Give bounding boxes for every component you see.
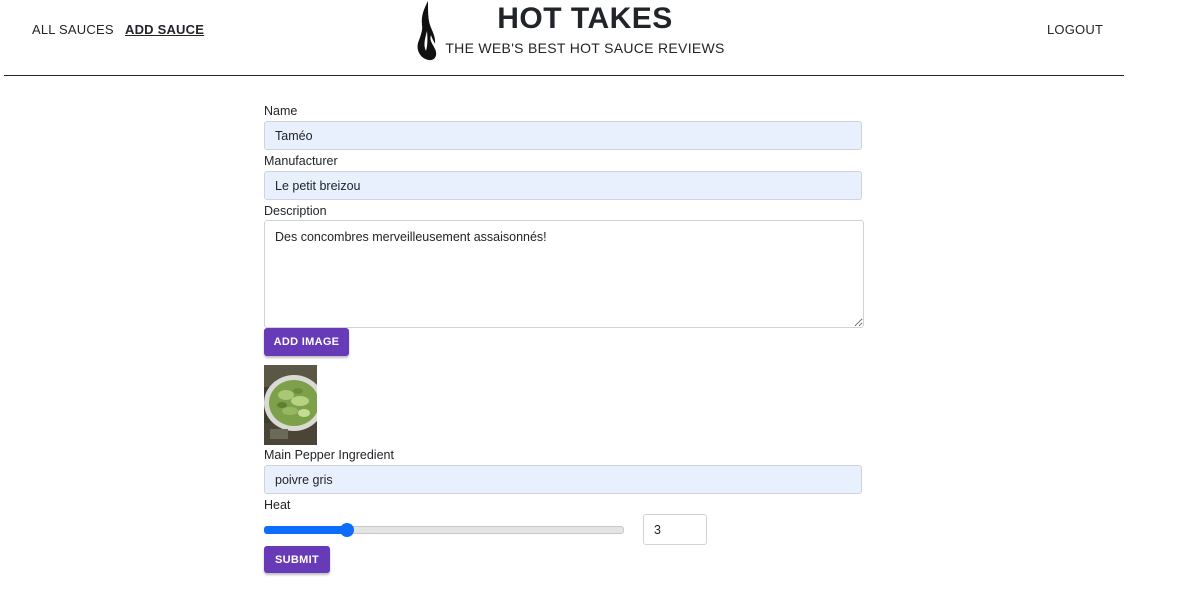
site-header: ALL SAUCES ADD SAUCE HOT TAKES THE WEB'S… xyxy=(4,0,1124,76)
submit-button[interactable]: SUBMIT xyxy=(264,546,330,573)
pepper-label: Main Pepper Ingredient xyxy=(264,448,394,462)
brand-tagline: THE WEB'S BEST HOT SAUCE REVIEWS xyxy=(445,40,725,56)
nav-logout[interactable]: LOGOUT xyxy=(1047,22,1103,37)
manufacturer-field[interactable] xyxy=(264,171,862,200)
nav-all-sauces[interactable]: ALL SAUCES xyxy=(32,22,114,37)
manufacturer-label: Manufacturer xyxy=(264,154,338,168)
heat-value-input[interactable] xyxy=(643,514,707,545)
heat-slider-fill xyxy=(264,526,347,534)
sauce-image-preview xyxy=(264,365,317,445)
flame-icon xyxy=(417,1,437,61)
heat-label: Heat xyxy=(264,498,291,512)
nav-add-sauce[interactable]: ADD SAUCE xyxy=(125,22,204,37)
pepper-field[interactable] xyxy=(264,465,862,494)
description-field[interactable]: Des concombres merveilleusement assaison… xyxy=(264,220,864,328)
heat-slider-thumb[interactable] xyxy=(340,523,354,537)
heat-slider[interactable] xyxy=(264,523,624,537)
name-field[interactable] xyxy=(264,121,862,150)
brand-title: HOT TAKES xyxy=(497,2,673,35)
cucumber-salad-image xyxy=(264,365,317,445)
description-label: Description xyxy=(264,204,327,218)
name-label: Name xyxy=(264,104,298,118)
add-image-button[interactable]: ADD IMAGE xyxy=(264,328,349,356)
